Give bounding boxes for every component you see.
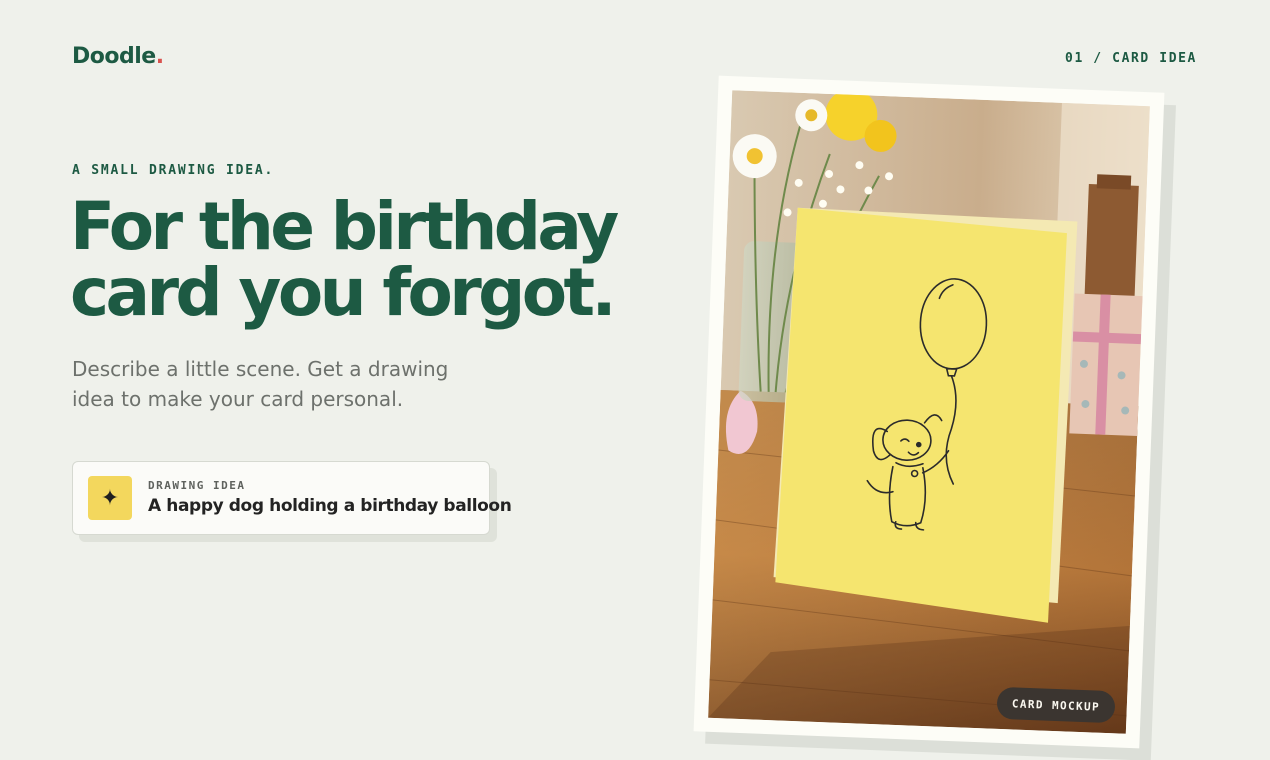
- hero-headline-line1: For the birthday: [70, 188, 619, 265]
- card-mockup-photo-frame: [693, 75, 1176, 760]
- photo-border: [693, 75, 1165, 749]
- drawing-idea-label: DRAWING IDEA: [148, 479, 246, 492]
- hero-headline: For the birthday card you forgot.: [70, 194, 630, 326]
- hero-headline-line2: card you forgot.: [70, 254, 617, 331]
- hero-kicker: A SMALL DRAWING IDEA.: [72, 163, 275, 178]
- brand-logo[interactable]: Doodle.: [72, 44, 164, 69]
- drawing-idea-card[interactable]: ✦ DRAWING IDEA A happy dog holding a bir…: [72, 461, 512, 535]
- hero-subtext: Describe a little scene. Get a drawing i…: [72, 357, 449, 411]
- sparkle-icon: ✦: [88, 476, 132, 520]
- card-mockup-badge: CARD MOCKUP: [996, 686, 1116, 724]
- brand-logo-text: Doodle: [72, 44, 156, 69]
- drawing-idea-text: A happy dog holding a birthday balloon: [148, 496, 512, 516]
- card-mockup-photo: [708, 90, 1150, 734]
- brand-logo-dot: .: [155, 44, 164, 69]
- step-indicator: 01 / CARD IDEA: [1065, 51, 1197, 66]
